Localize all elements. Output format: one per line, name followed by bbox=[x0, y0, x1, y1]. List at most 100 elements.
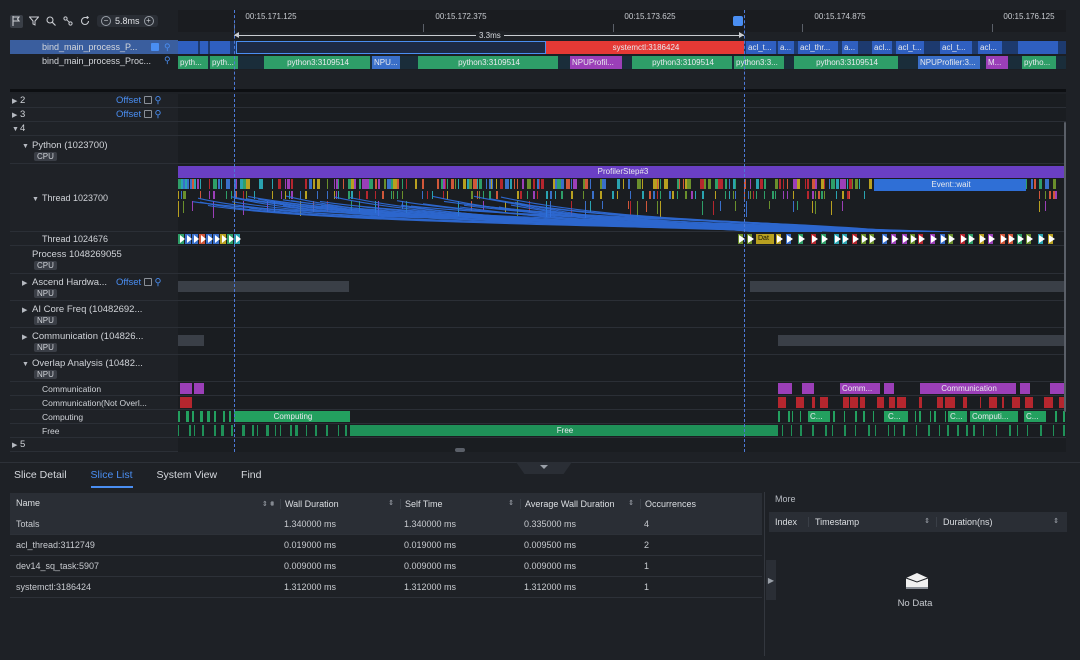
offset-link[interactable]: Offset ⚲ bbox=[116, 94, 161, 108]
overlap-computing-slice[interactable]: Computi... bbox=[970, 411, 1018, 422]
slice-systemctl[interactable]: systemctl:3186424 bbox=[546, 41, 744, 54]
profiler-step-slice[interactable]: ProfilerStep#3 bbox=[178, 166, 1066, 178]
zoom-in-button[interactable]: + bbox=[143, 16, 154, 26]
overlap-row[interactable]: Communication bbox=[10, 382, 178, 396]
group-4[interactable]: ▼4 bbox=[10, 122, 178, 136]
overlap-comm-slice[interactable] bbox=[802, 383, 814, 394]
slice[interactable]: acl... bbox=[872, 41, 892, 54]
ai-core-freq[interactable]: ▶ AI Core Freq (10482692... NPU bbox=[10, 301, 178, 328]
slice[interactable]: pytho... bbox=[1022, 56, 1056, 69]
overlap-not-overlapped-slices[interactable] bbox=[178, 397, 1066, 408]
chevron-right-icon[interactable]: ▶ bbox=[10, 279, 32, 287]
slice[interactable]: M... bbox=[986, 56, 1008, 69]
time-ruler[interactable]: 00:15.171.125 00:15.172.375 00:15.173.62… bbox=[178, 10, 1066, 32]
process-1048269055[interactable]: Process 1048269055 CPU bbox=[10, 246, 178, 274]
slice[interactable] bbox=[178, 41, 198, 54]
horizontal-scrollbar[interactable] bbox=[455, 448, 465, 452]
flag-icon[interactable] bbox=[10, 14, 23, 28]
overlap-row[interactable]: Free bbox=[10, 424, 178, 438]
overlap-computing-slice[interactable]: C... bbox=[886, 411, 908, 422]
link-icon[interactable] bbox=[61, 15, 74, 28]
slice[interactable]: acl_thr... bbox=[798, 41, 838, 54]
overlap-comm-slice[interactable] bbox=[180, 383, 192, 394]
ascend-bar[interactable] bbox=[178, 281, 349, 292]
slice[interactable]: a... bbox=[842, 41, 858, 54]
slice[interactable]: acl_t... bbox=[746, 41, 776, 54]
reset-icon[interactable] bbox=[78, 15, 91, 28]
flag-marker-icon[interactable] bbox=[733, 16, 743, 26]
overlap-comm-slice[interactable]: Communication bbox=[920, 383, 1016, 394]
slice[interactable]: acl... bbox=[978, 41, 1002, 54]
column-header-index[interactable]: Index bbox=[769, 517, 809, 527]
thread2-label-slice[interactable]: Dat bbox=[756, 234, 774, 244]
panel-resize-handle[interactable] bbox=[516, 462, 572, 474]
column-header-name[interactable]: Name ⇕ ⩩ bbox=[10, 498, 280, 509]
communication[interactable]: ▶ Communication (104826... NPU bbox=[10, 328, 178, 355]
slice[interactable]: NPUProfiler:3... bbox=[918, 56, 980, 69]
chevron-down-icon[interactable]: ▼ bbox=[10, 143, 32, 150]
column-header-self[interactable]: Self Time ⇕ bbox=[400, 498, 520, 509]
slice[interactable]: NPUProfil... bbox=[570, 56, 622, 69]
tab-slice-detail[interactable]: Slice Detail bbox=[14, 469, 67, 488]
slice[interactable] bbox=[210, 41, 230, 54]
ascend-hardware[interactable]: ▶ Ascend Hardwa... Offset ⚲ NPU bbox=[10, 274, 178, 301]
overlap-analysis[interactable]: ▼ Overlap Analysis (10482... NPU bbox=[10, 355, 178, 382]
communication-bar[interactable] bbox=[778, 335, 1066, 346]
overlap-computing-slice[interactable]: C... bbox=[1024, 411, 1044, 422]
overlap-computing-slice[interactable]: C... bbox=[948, 411, 966, 422]
overlap-comm-slice[interactable]: Comm... bbox=[840, 383, 880, 394]
chevron-right-icon[interactable]: ▶ bbox=[10, 333, 32, 341]
table-row[interactable]: dev14_sq_task:5907 0.009000 ms 0.009000 … bbox=[10, 556, 762, 577]
chevron-right-icon[interactable]: ▶ bbox=[10, 306, 32, 314]
group-2[interactable]: ▶ 2 Offset ⚲ bbox=[10, 94, 178, 108]
slice[interactable] bbox=[1018, 41, 1058, 54]
offset-link[interactable]: Offset ⚲ bbox=[116, 277, 161, 288]
slice-selected-range[interactable] bbox=[236, 41, 546, 54]
chevron-down-icon[interactable]: ▼ bbox=[10, 166, 42, 234]
column-header-avg[interactable]: Average Wall Duration ⇕ bbox=[520, 498, 640, 509]
slice[interactable]: python3:3109514 bbox=[794, 56, 898, 69]
python-process[interactable]: ▼ Python (1023700) CPU bbox=[10, 136, 178, 164]
thread-1024676-slices[interactable] bbox=[178, 233, 1066, 245]
slice[interactable]: python3:3109514 bbox=[264, 56, 370, 69]
overlap-row[interactable]: Computing bbox=[10, 410, 178, 424]
table-row[interactable]: systemctl:3186424 1.312000 ms 1.312000 m… bbox=[10, 577, 762, 598]
slice[interactable]: python3:3109514 bbox=[418, 56, 558, 69]
overlap-row[interactable]: Communication(Not Overl... bbox=[10, 396, 178, 410]
overlap-computing-slice[interactable]: C... bbox=[808, 411, 830, 422]
tab-system-view[interactable]: System View bbox=[157, 469, 218, 488]
group-5[interactable]: ▶ 5 bbox=[10, 438, 178, 452]
filter-icon[interactable] bbox=[27, 15, 40, 28]
slice[interactable]: acl_t... bbox=[896, 41, 924, 54]
table-row[interactable]: acl_thread:3112749 0.019000 ms 0.019000 … bbox=[10, 535, 762, 556]
pinned-divider[interactable] bbox=[10, 89, 1066, 92]
column-header-occ[interactable]: Occurrences bbox=[640, 498, 762, 509]
communication-bar[interactable] bbox=[178, 335, 204, 346]
thread-1024676[interactable]: Thread 1024676 bbox=[10, 232, 178, 246]
timeline-canvas[interactable]: ProfilerStep#3 Event::wait Dat Comm... C… bbox=[178, 94, 1066, 452]
column-header-duration[interactable]: Duration(ns) ⇕ bbox=[937, 517, 1065, 527]
overlap-comm-slice[interactable] bbox=[194, 383, 204, 394]
overlap-comm-slice[interactable] bbox=[778, 383, 792, 394]
chevron-right-icon[interactable]: ▶ bbox=[10, 439, 20, 453]
slice[interactable]: pyth... bbox=[178, 56, 208, 69]
overlap-free-slice[interactable]: Free bbox=[350, 425, 778, 436]
column-header-wall[interactable]: Wall Duration ⇕ bbox=[280, 498, 400, 509]
slice[interactable]: acl_t... bbox=[940, 41, 972, 54]
zoom-out-button[interactable]: − bbox=[101, 16, 111, 26]
slice[interactable]: a... bbox=[778, 41, 794, 54]
event-wait-slice[interactable]: Event::wait bbox=[874, 179, 1026, 191]
slice[interactable] bbox=[200, 41, 208, 54]
group-3[interactable]: ▶ 3 Offset ⚲ bbox=[10, 108, 178, 122]
thread-1023700[interactable]: ▼ Thread 1023700 bbox=[10, 164, 178, 232]
search-icon[interactable] bbox=[44, 15, 57, 28]
collapse-more-button[interactable]: ▶ bbox=[766, 560, 776, 600]
chevron-down-icon[interactable]: ▼ bbox=[10, 361, 32, 368]
chevron-right-icon[interactable]: ▶ bbox=[10, 109, 20, 123]
table-row[interactable]: Totals 1.340000 ms 1.340000 ms 0.335000 … bbox=[10, 514, 762, 535]
chevron-down-icon[interactable]: ▼ bbox=[10, 123, 20, 137]
ascend-bar[interactable] bbox=[750, 281, 1066, 292]
offset-link[interactable]: Offset ⚲ bbox=[116, 108, 161, 122]
column-header-timestamp[interactable]: Timestamp ⇕ bbox=[809, 517, 937, 527]
slice[interactable]: python3:3109514 bbox=[632, 56, 732, 69]
